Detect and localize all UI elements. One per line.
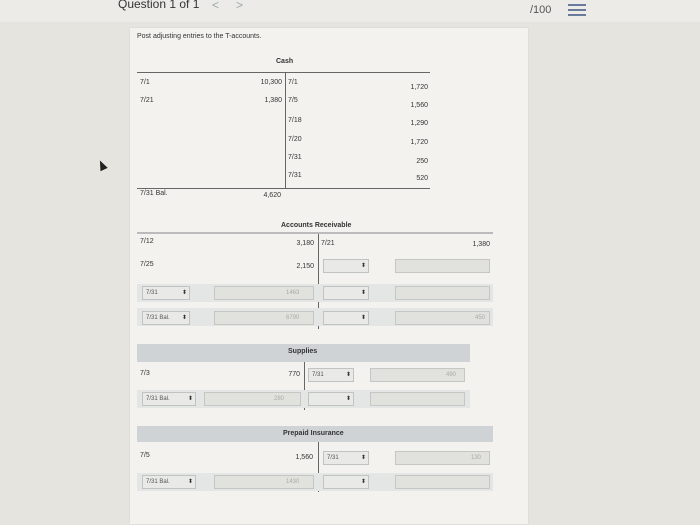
chevron-down-icon: ⬍ [181,315,187,321]
cash-bottom-rule [137,188,430,189]
chevron-down-icon: ⬍ [360,455,366,461]
cash-right-date: 7/5 [288,97,298,104]
score-display: /100 [530,4,552,16]
worksheet [130,28,528,524]
ar-adjust-amount-input[interactable]: 1463 [214,286,314,300]
cash-right-date: 7/31 [288,154,302,161]
ar-adjust-right-input[interactable] [395,286,490,300]
ar-right-date: 7/21 [321,240,335,247]
cash-left-date: 7/21 [140,97,154,104]
ar-left-amount: 3,180 [296,240,314,247]
ar-balance-date-select[interactable]: 7/31 Bal. ⬍ [142,311,190,325]
supplies-balance-right-input[interactable] [370,392,465,406]
chevron-down-icon: ⬍ [360,315,366,321]
cash-balance-amount: 4,620 [263,192,281,199]
chevron-down-icon: ⬍ [187,396,193,402]
cash-left-date: 7/1 [140,79,150,86]
prepaid-balance-date-select[interactable]: 7/31 Bal. ⬍ [142,475,196,489]
supplies-balance-date-select[interactable]: 7/31 Bal. ⬍ [142,392,196,406]
cash-right-date: 7/1 [288,79,298,86]
supplies-balance-amount-input[interactable]: 280 [204,392,301,406]
prev-question-button[interactable]: < [212,0,219,12]
chevron-down-icon: ⬍ [360,263,366,269]
supplies-left-date: 7/3 [140,370,150,377]
ar-left-date: 7/25 [140,261,154,268]
ar-balance-amount-input[interactable]: 6790 [214,311,314,325]
cash-left-amount: 1,380 [264,97,282,104]
prepaid-right-date-select[interactable]: 7/31 ⬍ [323,451,369,465]
chevron-down-icon: ⬍ [360,479,366,485]
chevron-down-icon: ⬍ [345,396,351,402]
mouse-cursor-icon [96,158,108,172]
prepaid-balance-amount-input[interactable]: 1430 [214,475,314,489]
cash-right-date: 7/31 [288,172,302,179]
cash-right-date: 7/18 [288,117,302,124]
cash-right-date: 7/20 [288,136,302,143]
cash-right-amount: 1,720 [410,84,428,91]
prepaid-left-amount: 1,560 [295,454,313,461]
supplies-right-amount-input[interactable]: 490 [370,368,465,382]
cash-right-amount: 1,720 [410,139,428,146]
ar-adjust-right-select[interactable]: ⬍ [323,286,369,300]
chevron-down-icon: ⬍ [187,479,193,485]
cash-right-amount: 520 [416,175,428,182]
chevron-down-icon: ⬍ [181,290,187,296]
instructions: Post adjusting entries to the T-accounts… [137,33,262,40]
ar-balance-right-input[interactable]: 450 [395,311,490,325]
ar-balance-right-select[interactable]: ⬍ [323,311,369,325]
ar-left-amount: 2,150 [296,263,314,270]
supplies-left-amount: 770 [288,371,300,378]
prepaid-title: Prepaid Insurance [283,430,344,437]
cash-center-rule [285,72,286,188]
cash-balance-label: 7/31 Bal. [140,190,168,197]
ar-left-date: 7/12 [140,238,154,245]
cash-right-amount: 250 [416,158,428,165]
cash-left-amount: 10,300 [260,79,282,86]
prepaid-left-date: 7/5 [140,452,150,459]
supplies-right-date-select[interactable]: 7/31 ⬍ [308,368,354,382]
prepaid-balance-right-select[interactable]: ⬍ [323,475,369,489]
chevron-down-icon: ⬍ [360,290,366,296]
question-label: Question 1 of 1 [118,0,200,11]
supplies-balance-right-select[interactable]: ⬍ [308,392,354,406]
ar-adjust-date-select[interactable]: 7/31 ⬍ [142,286,190,300]
supplies-title: Supplies [288,348,318,355]
cash-top-rule [137,72,430,73]
top-bar: Question 1 of 1 < > /100 [0,0,700,22]
cash-right-amount: 1,560 [410,102,428,109]
cash-right-amount: 1,290 [410,120,428,127]
ar-right-amount: 1,380 [472,241,490,248]
chevron-down-icon: ⬍ [345,372,351,378]
prepaid-right-amount-input[interactable]: 130 [395,451,490,465]
prepaid-balance-right-input[interactable] [395,475,490,489]
ar-right-amount-input[interactable] [395,259,490,273]
menu-icon[interactable] [568,4,586,20]
ar-right-date-select[interactable]: ⬍ [323,259,369,273]
cash-title: Cash [276,58,294,65]
next-question-button[interactable]: > [236,0,243,12]
ar-top-rule [137,232,493,234]
ar-title: Accounts Receivable [281,222,352,229]
